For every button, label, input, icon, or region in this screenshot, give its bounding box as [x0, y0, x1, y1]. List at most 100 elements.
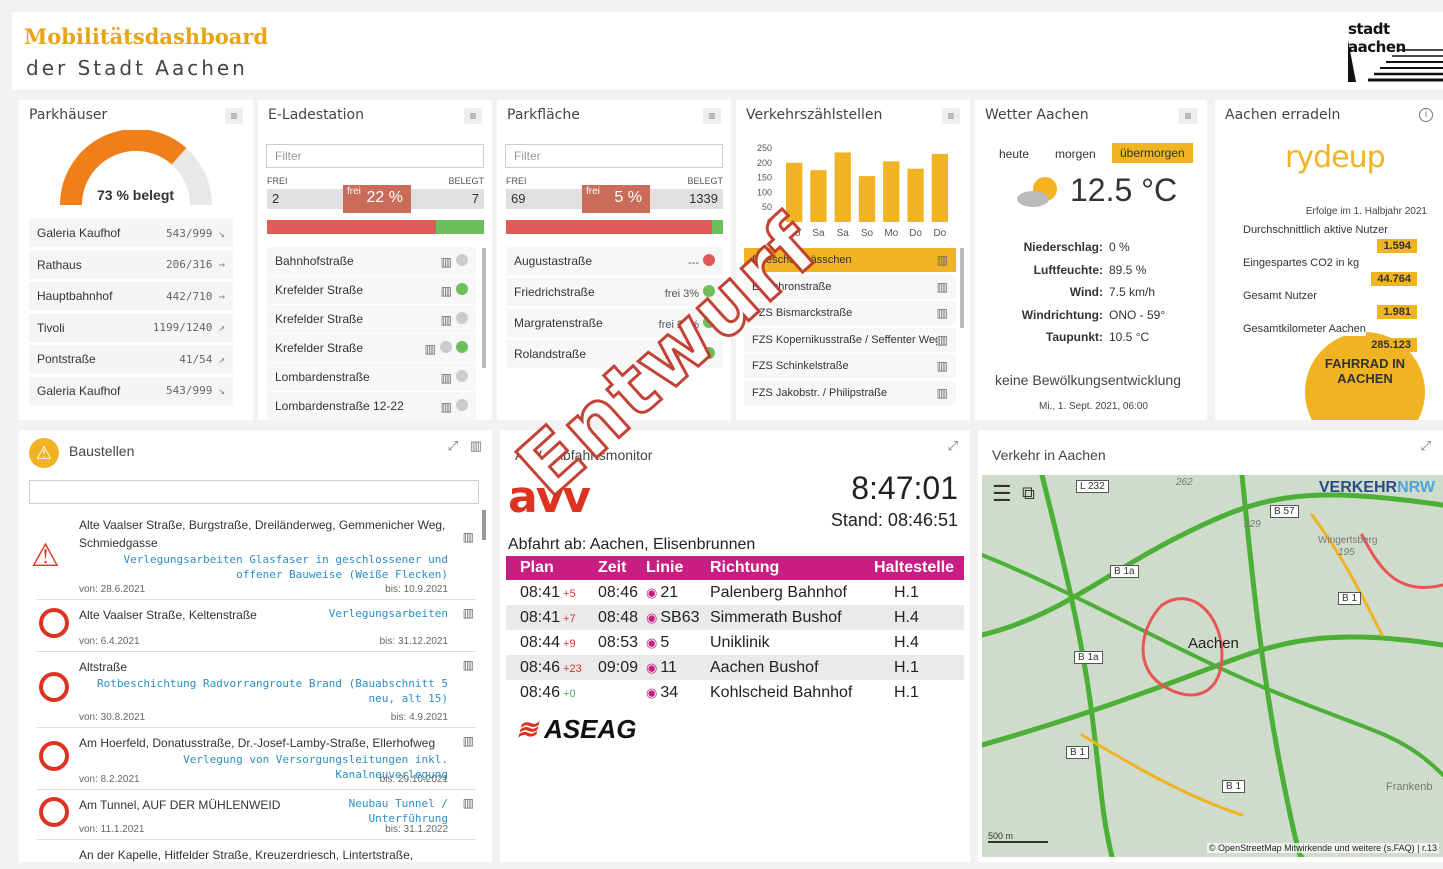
baustelle-item[interactable]: Altstraße Rotbeschichtung Radvorrangroute…	[37, 652, 476, 728]
weather-key: Wind:	[1069, 285, 1103, 299]
map-attribution[interactable]: © OpenStreetMap Mitwirkende und weitere …	[1206, 843, 1439, 853]
panel-title: Parkhäuser	[29, 107, 108, 123]
ladestation-row[interactable]: Krefelder Straße ▥	[267, 334, 476, 362]
ladestation-row[interactable]: Bahnhofstraße ▥	[267, 247, 476, 275]
scrollbar[interactable]	[482, 248, 486, 368]
weather-key: Windrichtung:	[1021, 307, 1103, 322]
road-label: B 1	[1066, 746, 1090, 759]
baustelle-description[interactable]: Rotbeschichtung Radvorrangroute Brand (B…	[78, 676, 448, 706]
ladestation-row[interactable]: Lombardenstraße ▥	[267, 363, 476, 391]
info-icon[interactable]: i	[1419, 108, 1433, 122]
weather-key: Luftfeuchte:	[1033, 262, 1103, 277]
zaehlstelle-row[interactable]: FZS Kopernikusstraße / Seffenter Weg ▥	[744, 327, 956, 352]
map-icon[interactable]: ▥	[463, 796, 474, 810]
ladestation-row[interactable]: Krefelder Straße ▥	[267, 305, 476, 333]
baustelle-description[interactable]: Verlegungsarbeiten	[268, 606, 448, 621]
map-icon[interactable]: ▥	[937, 333, 948, 347]
map-icon[interactable]: ▥	[441, 255, 452, 269]
map-icon[interactable]: ▥	[470, 438, 482, 454]
zaehlstelle-row[interactable]: FZS Schinkelstraße ▥	[744, 354, 956, 378]
ladestation-row[interactable]: Lombardenstraße 12-22 ▥	[267, 392, 476, 420]
weather-value: 89.5 %	[1109, 262, 1147, 277]
frei-percent: frei 5 %	[582, 185, 650, 213]
menu-icon[interactable]: ≡	[225, 108, 243, 124]
map-icon[interactable]: ▥	[441, 371, 452, 385]
stop-platform: H.1	[874, 655, 964, 680]
parkflaeche-row[interactable]: Augustastraße ---	[506, 247, 723, 275]
menu-icon[interactable]: ☰	[992, 481, 1012, 507]
baustelle-item[interactable]: Alte Vaalser Straße, Keltenstraße Verlegu…	[37, 600, 476, 652]
parkhaus-name: Galeria Kaufhof	[37, 383, 121, 398]
frei-count: 69	[506, 189, 582, 209]
direction: Palenberg Bahnhof	[710, 583, 847, 601]
map-icon[interactable]: ▥	[937, 386, 948, 400]
parkhaus-value: 206/316 →	[166, 258, 225, 271]
trend-arrow-icon: ↘	[218, 226, 225, 240]
map-icon[interactable]: ▥	[441, 400, 452, 414]
belegt-count: 1339	[650, 189, 723, 209]
baustelle-item[interactable]: An der Kapelle, Hitfelder Straße, Kreuze…	[37, 840, 476, 862]
map-icon[interactable]: ▥	[937, 280, 948, 294]
filter-input[interactable]: Filter	[505, 144, 723, 168]
tab-heute[interactable]: heute	[999, 147, 1029, 161]
panel-title: Aachen erradeln	[1225, 107, 1341, 123]
map-icon[interactable]: ▥	[937, 359, 948, 373]
map-icon[interactable]: ▥	[441, 313, 452, 327]
direction: Aachen Bushof	[710, 655, 874, 680]
menu-icon[interactable]: ≡	[464, 108, 482, 124]
menu-icon[interactable]: ≡	[1179, 108, 1197, 124]
status: ▥	[441, 282, 468, 298]
parkhaus-row[interactable]: Pontstraße 41/54 ↗	[29, 345, 233, 373]
baustelle-description[interactable]: Verlegungsarbeiten Glasfaser in geschlos…	[78, 552, 448, 582]
date-from: von: 30.8.2021	[79, 712, 146, 723]
baustelle-item[interactable]: ⚠ Alte Vaalser Straße, Burgstraße, Dreilä…	[31, 510, 476, 600]
status-dot	[456, 398, 468, 411]
expand-icon[interactable]: ⤢	[1421, 438, 1431, 454]
ladestation-name: Lombardenstraße	[275, 370, 370, 384]
search-input[interactable]	[29, 480, 479, 504]
parkhaus-row[interactable]: Tivoli 1199/1240 ↗	[29, 313, 233, 342]
external-link-icon[interactable]: ⧉	[1022, 483, 1035, 504]
parkhaus-row[interactable]: Galeria Kaufhof 543/999 ↘	[29, 376, 233, 405]
weather-key: Niederschlag:	[1023, 240, 1103, 254]
map-icon[interactable]: ▥	[463, 734, 474, 748]
menu-icon[interactable]: ≡	[703, 108, 721, 124]
tab-uebermorgen[interactable]: übermorgen	[1112, 143, 1193, 163]
scrollbar[interactable]	[482, 510, 486, 540]
verkehr-nrw-logo: VERKEHRNRW	[1318, 479, 1435, 496]
zaehlstelle-row[interactable]: FZS Jakobstr. / Philipstraße ▥	[744, 380, 956, 405]
panel-title: E-Ladestation	[268, 107, 364, 123]
place-label: 195	[1338, 547, 1355, 558]
erradeln-subtitle: Erfolge im 1. Halbjahr 2021	[1305, 206, 1427, 217]
menu-icon[interactable]: ≡	[942, 108, 960, 124]
parkhaus-row[interactable]: Hauptbahnhof 442/710 →	[29, 282, 233, 310]
map-icon[interactable]: ▥	[441, 284, 452, 298]
baustelle-item[interactable]: Am Hoerfeld, Donatusstraße, Dr.-Josef-La…	[37, 728, 476, 790]
scrollbar[interactable]	[960, 248, 964, 328]
date-from: von: 11.1.2021	[79, 824, 145, 835]
expand-icon[interactable]: ⤢	[448, 438, 458, 454]
tab-morgen[interactable]: morgen	[1055, 147, 1096, 161]
map-icon[interactable]: ▥	[937, 253, 948, 267]
filter-input[interactable]: Filter	[266, 144, 484, 168]
traffic-map[interactable]: ☰ ⧉ VERKEHRNRW Aachen L 232 B 57 B 1a B …	[982, 475, 1443, 857]
zaehlstelle-name: FZS Kopernikusstraße / Seffenter Weg	[752, 333, 937, 346]
ladestation-row[interactable]: Krefelder Straße ▥	[267, 276, 476, 304]
expand-icon[interactable]: ⤢	[948, 438, 958, 454]
map-icon[interactable]: ▥	[425, 342, 436, 356]
map-icon[interactable]: ▥	[463, 606, 474, 620]
bar	[883, 161, 900, 222]
date-to: bis: 31.12.2021	[379, 636, 448, 647]
baustelle-item[interactable]: Am Tunnel, AUF DER MÜHLENWEID Neubau Tunn…	[37, 790, 476, 840]
date-from: von: 6.4.2021	[79, 636, 140, 647]
parkhaus-row[interactable]: Galeria Kaufhof 543/999 ↘	[29, 219, 233, 247]
map-icon[interactable]: ▥	[463, 530, 474, 544]
parkhaus-row[interactable]: Rathaus 206/316 →	[29, 250, 233, 279]
baustelle-description[interactable]: Neubau Tunnel / Unterführung	[268, 796, 448, 826]
trend-arrow-icon: ↗	[218, 321, 225, 334]
map-icon[interactable]: ▥	[463, 658, 474, 672]
bar	[858, 176, 876, 222]
map-icon[interactable]: ▥	[937, 306, 948, 320]
bus-icon: ◉	[646, 659, 658, 675]
zaehlstelle-name: FZS Schinkelstraße	[752, 360, 849, 372]
